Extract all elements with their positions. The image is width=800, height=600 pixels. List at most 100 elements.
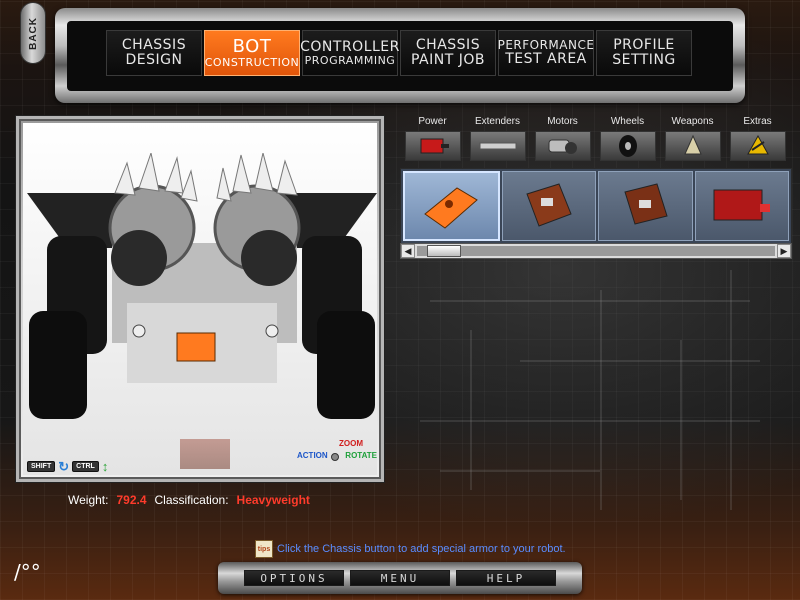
control-core — [176, 332, 216, 362]
bottom-menu-rail: OPTIONS MENU HELP — [218, 562, 582, 594]
scroll-right-arrow-icon[interactable]: ▶ — [777, 244, 791, 258]
tab-controller-programming[interactable]: CONTROLLER PROGRAMMING — [300, 30, 400, 76]
scroll-track[interactable] — [417, 245, 775, 257]
vertical-move-icon: ↕ — [101, 459, 109, 474]
category-extras-button[interactable] — [729, 131, 786, 161]
category-label: Motors — [547, 116, 578, 127]
orange-armor-plate-icon — [424, 187, 479, 229]
classification-label: Classification: — [154, 493, 229, 507]
action-label: ACTION — [297, 451, 328, 460]
tab-label-line1: BOT — [232, 35, 272, 57]
headlight — [132, 324, 146, 338]
spike — [180, 169, 198, 202]
back-button[interactable]: BACK — [20, 2, 46, 64]
robot-stats: Weight: 792.4 Classification: Heavyweigh… — [68, 493, 310, 507]
part-categories: Power Extenders Motors Wheels Weapons Ex… — [400, 116, 792, 161]
options-button[interactable]: OPTIONS — [244, 570, 344, 586]
tab-label-line2: TEST AREA — [505, 50, 587, 67]
tip-line: tips Click the Chassis button to add spe… — [255, 540, 566, 558]
tab-bot-construction[interactable]: BOT CONSTRUCTION — [204, 30, 300, 76]
tips-icon: tips — [255, 540, 273, 558]
classification-value: Heavyweight — [236, 493, 310, 507]
motor-icon — [548, 139, 577, 154]
robot-model-render[interactable] — [27, 153, 377, 483]
spike — [114, 161, 136, 196]
parts-gallery — [400, 168, 792, 244]
menu-button[interactable]: MENU — [350, 570, 450, 586]
tab-performance-test-area[interactable]: PERFORMANCE TEST AREA — [498, 30, 594, 76]
category-wheels[interactable]: Wheels — [595, 116, 660, 161]
mouse-icon — [331, 453, 339, 461]
scroll-thumb[interactable] — [427, 245, 461, 257]
part-slot-circuit-board[interactable] — [501, 171, 596, 241]
part-slot-circuit-board-2[interactable] — [598, 171, 693, 241]
back-button-label: BACK — [27, 16, 39, 50]
spike — [276, 159, 298, 196]
headlight — [265, 324, 279, 338]
category-label: Wheels — [610, 116, 645, 127]
part-slot-orange-armor[interactable] — [403, 171, 500, 241]
tab-label-line2: PROGRAMMING — [304, 53, 396, 67]
red-battery-box-icon — [713, 189, 770, 221]
wheel-icon — [618, 135, 637, 157]
scroll-left-arrow-icon[interactable]: ◀ — [401, 244, 415, 258]
rotate-arrow-icon: ↻ — [58, 459, 70, 474]
extender-bar-icon — [479, 142, 516, 150]
category-label: Extras — [743, 116, 772, 127]
parts-scrollbar[interactable]: ◀ ▶ — [400, 243, 792, 259]
tab-label-line1: PROFILE — [613, 37, 675, 54]
main-tabs: CHASSIS DESIGN BOT CONSTRUCTION CONTROLL… — [106, 30, 692, 76]
tab-label-line2: CONSTRUCTION — [204, 55, 300, 69]
view-controls-hint: SHIFT ↻ CTRL ↕ — [27, 460, 108, 473]
shift-key-label: SHIFT — [27, 461, 56, 472]
tab-label-line2: SETTING — [612, 52, 676, 68]
tab-label-line1: CHASSIS — [121, 37, 187, 54]
corner-mark: /°° — [14, 560, 41, 584]
circuit-board-icon — [526, 183, 572, 227]
spike — [164, 156, 184, 194]
tab-label-line2: PAINT JOB — [411, 52, 485, 68]
category-label: Extenders — [474, 116, 521, 127]
tab-chassis-paint-job[interactable]: CHASSIS PAINT JOB — [400, 30, 496, 76]
mouse-mode-legend: ZOOM ACTION ROTATE — [297, 439, 377, 469]
right-motor-hub — [241, 230, 297, 286]
tab-label-line1: CHASSIS — [415, 37, 481, 54]
category-power-button[interactable] — [404, 131, 461, 161]
tab-chassis-design[interactable]: CHASSIS DESIGN — [106, 30, 202, 76]
spike — [216, 167, 232, 202]
category-weapons[interactable]: Weapons — [660, 116, 725, 161]
hazard-plate-icon — [746, 134, 769, 155]
category-extenders[interactable]: Extenders — [465, 116, 530, 161]
category-extras[interactable]: Extras — [725, 116, 790, 161]
spike-weapon-icon — [683, 134, 702, 155]
ctrl-key-label: CTRL — [72, 461, 99, 472]
viewport-canvas[interactable] — [23, 123, 377, 475]
tab-label-line1: CONTROLLER — [300, 38, 400, 55]
category-label: Weapons — [671, 116, 714, 127]
spike — [254, 153, 274, 192]
zoom-label: ZOOM — [339, 439, 363, 448]
front-left-wheel — [29, 311, 87, 419]
spike — [232, 154, 252, 194]
weight-value: 792.4 — [116, 493, 147, 507]
tab-label-line2: DESIGN — [125, 52, 183, 68]
part-preview-thumbnail — [180, 439, 230, 469]
circuit-board-icon — [624, 183, 668, 225]
tab-profile-setting[interactable]: PROFILE SETTING — [596, 30, 692, 76]
spike — [138, 153, 160, 192]
robot-3d-viewport[interactable]: SHIFT ↻ CTRL ↕ ZOOM ACTION ROTATE — [16, 116, 384, 482]
category-extenders-button[interactable] — [469, 131, 526, 161]
rotate-label: ROTATE — [345, 451, 377, 460]
category-weapons-button[interactable] — [664, 131, 721, 161]
category-wheels-button[interactable] — [599, 131, 656, 161]
left-motor-hub — [111, 230, 167, 286]
help-button[interactable]: HELP — [456, 570, 556, 586]
part-slot-red-battery[interactable] — [694, 171, 789, 241]
category-motors-button[interactable] — [534, 131, 591, 161]
weight-label: Weight: — [68, 493, 109, 507]
category-label: Power — [418, 116, 447, 127]
category-motors[interactable]: Motors — [530, 116, 595, 161]
category-power[interactable]: Power — [400, 116, 465, 161]
tip-text: Click the Chassis button to add special … — [277, 543, 566, 555]
front-right-wheel — [317, 311, 375, 419]
